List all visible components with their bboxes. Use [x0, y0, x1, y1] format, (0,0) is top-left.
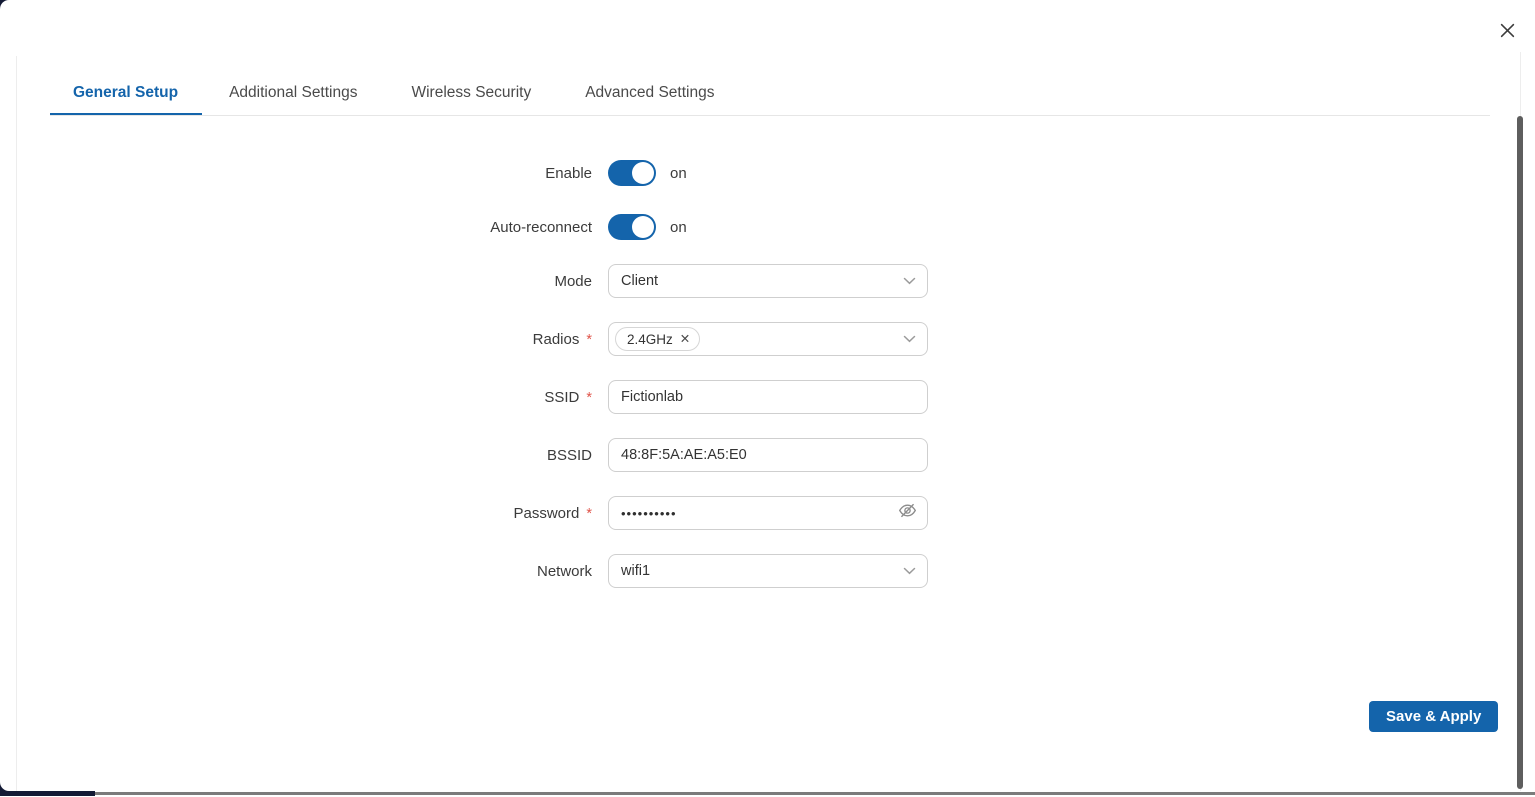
required-asterisk: *	[586, 390, 592, 406]
chevron-down-icon	[903, 567, 916, 575]
enable-toggle[interactable]	[608, 160, 656, 186]
toggle-password-visibility-button[interactable]	[897, 500, 918, 526]
settings-tab-bar: General Setup Additional Settings Wirele…	[50, 70, 741, 116]
form-row-enable: Enable on	[0, 156, 928, 190]
page-behind-bottom-navy-segment	[0, 791, 95, 796]
required-asterisk: *	[586, 332, 592, 348]
page-behind-corner-top-left	[0, 0, 9, 9]
bssid-label: BSSID	[0, 447, 592, 464]
required-asterisk: *	[586, 506, 592, 522]
ssid-input[interactable]	[608, 380, 928, 414]
auto-reconnect-label: Auto-reconnect	[0, 219, 592, 236]
bssid-input[interactable]	[608, 438, 928, 472]
auto-reconnect-toggle[interactable]	[608, 214, 656, 240]
page-behind-corner-bottom-left	[0, 782, 9, 791]
form-row-password: Password *	[0, 496, 928, 530]
form-row-bssid: BSSID	[0, 438, 928, 472]
mode-label: Mode	[0, 273, 592, 290]
auto-reconnect-state-label: on	[670, 219, 687, 236]
toggle-knob	[632, 216, 654, 238]
close-modal-button[interactable]	[1495, 21, 1519, 45]
radio-tag-2-4ghz: 2.4GHz ✕	[615, 327, 700, 351]
network-select[interactable]: wifi1	[608, 554, 928, 588]
chevron-down-icon	[903, 277, 916, 285]
radio-tag-label: 2.4GHz	[627, 332, 673, 347]
radios-label: Radios *	[0, 331, 592, 348]
tab-general-setup[interactable]: General Setup	[50, 70, 202, 116]
password-input[interactable]	[608, 496, 928, 530]
form-row-auto-reconnect: Auto-reconnect on	[0, 210, 928, 244]
tab-wireless-security[interactable]: Wireless Security	[384, 70, 558, 116]
vertical-scrollbar-thumb[interactable]	[1517, 116, 1523, 789]
form-row-mode: Mode Client	[0, 264, 928, 298]
mode-selected-value: Client	[621, 273, 658, 289]
enable-state-label: on	[670, 165, 687, 182]
ssid-label: SSID *	[0, 389, 592, 406]
chevron-down-icon	[903, 335, 916, 343]
network-selected-value: wifi1	[621, 563, 650, 579]
ssid-label-text: SSID	[544, 389, 579, 406]
password-label-text: Password	[513, 505, 579, 522]
enable-label: Enable	[0, 165, 592, 182]
toggle-knob	[632, 162, 654, 184]
network-label: Network	[0, 563, 592, 580]
password-label: Password *	[0, 505, 592, 522]
form-row-ssid: SSID *	[0, 380, 928, 414]
mode-select[interactable]: Client	[608, 264, 928, 298]
form-row-radios: Radios * 2.4GHz ✕	[0, 322, 928, 356]
radios-label-text: Radios	[533, 331, 580, 348]
remove-tag-icon[interactable]: ✕	[680, 333, 690, 346]
tab-advanced-settings[interactable]: Advanced Settings	[558, 70, 741, 116]
page-behind-bottom-line	[0, 792, 1535, 795]
save-and-apply-button[interactable]: Save & Apply	[1369, 701, 1498, 732]
radios-multiselect[interactable]: 2.4GHz ✕	[608, 322, 928, 356]
tab-additional-settings[interactable]: Additional Settings	[202, 70, 384, 116]
eye-off-icon	[897, 500, 918, 526]
tab-bar-separator	[50, 115, 1490, 116]
close-icon	[1499, 22, 1516, 44]
wireless-general-setup-form: Enable on Auto-reconnect on Mode Client	[0, 156, 928, 612]
form-row-network: Network wifi1	[0, 554, 928, 588]
